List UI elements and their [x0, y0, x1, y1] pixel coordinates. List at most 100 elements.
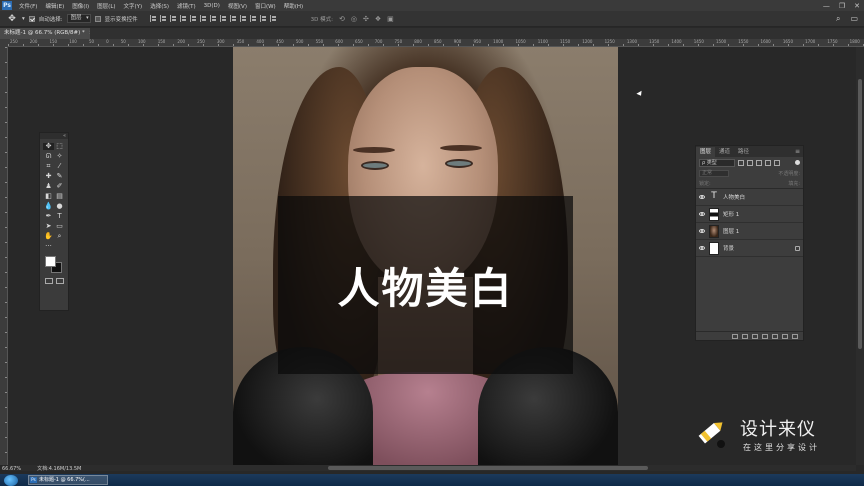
zoom-icon[interactable]: ⌕	[54, 233, 65, 240]
new-group-icon[interactable]	[772, 333, 778, 339]
3d-slide-icon[interactable]: ❖	[375, 15, 381, 23]
magic-wand-icon[interactable]: ✧	[54, 153, 65, 160]
vertical-ruler[interactable]	[0, 47, 8, 465]
start-button-icon[interactable]	[4, 474, 18, 486]
history-brush-icon[interactable]: ✐	[54, 183, 65, 190]
path-select-icon[interactable]: ➤	[43, 223, 54, 230]
close-icon[interactable]: ✕	[854, 2, 860, 10]
distribute-right-icon[interactable]	[259, 15, 267, 22]
foreground-color-swatch[interactable]	[45, 256, 56, 267]
menu-image[interactable]: 图像(I)	[68, 2, 93, 10]
crop-icon[interactable]: ⌗	[43, 163, 54, 170]
3d-drag-icon[interactable]: ✣	[363, 15, 369, 23]
distribute-vcenter-icon[interactable]	[219, 15, 227, 22]
distribute-top-icon[interactable]	[209, 15, 217, 22]
distribute-left-icon[interactable]	[239, 15, 247, 22]
menu-window[interactable]: 窗口(W)	[251, 2, 280, 10]
distribute-bottom-icon[interactable]	[229, 15, 237, 22]
brush-icon[interactable]: ✎	[54, 173, 65, 180]
quick-mask-icon[interactable]	[44, 278, 53, 284]
dodge-icon[interactable]: ●	[54, 203, 65, 210]
screen-mode-icon[interactable]	[55, 278, 64, 284]
layer-row[interactable]: 图层 1	[696, 223, 803, 240]
rectangle-icon[interactable]: ▭	[54, 223, 65, 230]
tab-layers[interactable]: 图层	[696, 147, 716, 157]
show-transform-checkbox[interactable]	[94, 15, 101, 22]
move-icon[interactable]: ✥	[43, 143, 54, 150]
layer-row[interactable]: 矩形 1	[696, 206, 803, 223]
hand-icon[interactable]: ✋	[43, 233, 54, 240]
menu-3d[interactable]: 3D(D)	[200, 3, 224, 9]
stamp-icon[interactable]: ♟	[43, 183, 54, 190]
vertical-scroll-thumb[interactable]	[858, 79, 862, 349]
restore-icon[interactable]: ❐	[839, 2, 845, 10]
visibility-eye-icon[interactable]	[699, 195, 705, 199]
horizontal-scroll-thumb[interactable]	[328, 466, 648, 470]
auto-select-dropdown[interactable]: 图层	[66, 14, 91, 23]
menu-type[interactable]: 文字(Y)	[120, 2, 147, 10]
eraser-icon[interactable]: ◧	[43, 193, 54, 200]
filter-smart-icon[interactable]	[774, 159, 780, 166]
align-bottom-icon[interactable]	[169, 15, 177, 22]
lock-icon[interactable]	[795, 245, 800, 251]
filter-type-icon[interactable]	[756, 159, 762, 166]
distribute-hcenter-icon[interactable]	[249, 15, 257, 22]
visibility-eye-icon[interactable]	[699, 246, 705, 250]
visibility-eye-icon[interactable]	[699, 229, 705, 233]
menu-select[interactable]: 选择(S)	[146, 2, 173, 10]
auto-select-checkbox[interactable]	[28, 15, 35, 22]
tool-preset-arrow-icon[interactable]: ▾	[22, 16, 25, 22]
menu-view[interactable]: 视图(V)	[224, 2, 251, 10]
add-mask-icon[interactable]	[752, 333, 758, 339]
adjustment-layer-icon[interactable]	[762, 333, 768, 339]
minimize-icon[interactable]: —	[823, 2, 830, 10]
filter-toggle[interactable]	[795, 160, 800, 165]
search-icon[interactable]: ⌕	[836, 14, 840, 24]
panel-menu-icon[interactable]: ≡	[795, 147, 800, 157]
menu-help[interactable]: 帮助(H)	[280, 2, 307, 10]
3d-roll-icon[interactable]: ◎	[351, 15, 357, 23]
filter-pixel-icon[interactable]	[738, 159, 744, 166]
pen-icon[interactable]: ✒	[43, 213, 54, 220]
gradient-icon[interactable]: ▤	[54, 193, 65, 200]
menu-layer[interactable]: 图层(L)	[93, 2, 119, 10]
align-top-icon[interactable]	[149, 15, 157, 22]
lasso-icon[interactable]: ᘏ	[43, 153, 54, 160]
layer-row[interactable]: 背景	[696, 240, 803, 257]
ruler-corner[interactable]	[0, 39, 8, 47]
healing-icon[interactable]: ✚	[43, 173, 54, 180]
menu-edit[interactable]: 编辑(E)	[41, 2, 68, 10]
tab-channels[interactable]: 通道	[715, 147, 734, 157]
align-left-icon[interactable]	[179, 15, 187, 22]
filter-adjust-icon[interactable]	[747, 159, 753, 166]
filter-shape-icon[interactable]	[765, 159, 771, 166]
workspace-icon[interactable]: ▭	[850, 14, 858, 24]
eyedropper-icon[interactable]: ⁄	[54, 163, 65, 170]
delete-layer-icon[interactable]	[792, 333, 798, 339]
document-tab[interactable]: 未标题-1 @ 66.7% (RGB/8#) *×	[0, 28, 93, 39]
horizontal-scrollbar[interactable]	[8, 465, 856, 471]
visibility-eye-icon[interactable]	[699, 212, 705, 216]
marquee-icon[interactable]: ⬚	[54, 143, 65, 150]
move-tool-icon[interactable]: ✥	[6, 14, 18, 24]
align-hcenter-icon[interactable]	[189, 15, 197, 22]
layer-filter-dropdown[interactable]: ρ 类型	[699, 158, 735, 167]
tab-paths[interactable]: 路径	[734, 147, 753, 157]
auto-align-icon[interactable]	[269, 15, 277, 22]
vertical-scrollbar[interactable]	[856, 47, 864, 465]
type-icon[interactable]: T	[54, 213, 65, 220]
link-layers-icon[interactable]	[732, 333, 738, 339]
menu-file[interactable]: 文件(F)	[15, 2, 41, 10]
blend-mode-dropdown[interactable]: 正常	[699, 170, 729, 177]
blur-icon[interactable]: 💧	[43, 203, 54, 210]
align-vcenter-icon[interactable]	[159, 15, 167, 22]
align-right-icon[interactable]	[199, 15, 207, 22]
layer-row[interactable]: T 人物美白	[696, 189, 803, 206]
more-tools-icon[interactable]: ···	[43, 243, 54, 250]
3d-rotate-icon[interactable]: ⟲	[339, 15, 345, 23]
menu-filter[interactable]: 滤镜(T)	[173, 2, 200, 10]
taskbar-photoshop-item[interactable]: 未标题-1 @ 66.7%(...	[28, 475, 108, 485]
3d-scale-icon[interactable]: ▣	[387, 15, 394, 23]
new-layer-icon[interactable]	[782, 333, 788, 339]
fx-icon[interactable]	[742, 333, 748, 339]
